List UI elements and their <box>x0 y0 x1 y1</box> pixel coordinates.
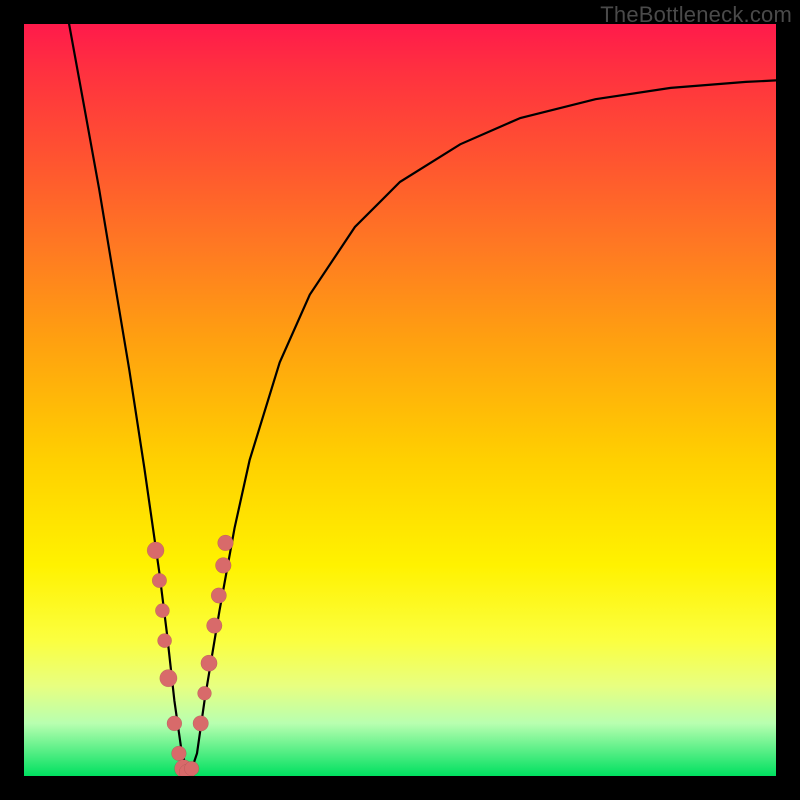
data-point <box>215 558 231 574</box>
plot-area <box>24 24 776 776</box>
data-point <box>201 655 217 671</box>
bottleneck-curve <box>69 24 776 776</box>
data-point <box>158 634 172 648</box>
data-point <box>172 746 187 761</box>
data-point <box>198 686 212 700</box>
curve-layer <box>24 24 776 776</box>
data-point <box>207 618 223 634</box>
data-point <box>147 542 164 559</box>
data-point <box>167 716 182 731</box>
data-point <box>152 573 167 588</box>
data-point <box>155 604 169 618</box>
data-point <box>211 588 226 603</box>
data-point <box>193 716 209 732</box>
data-point <box>218 535 234 551</box>
data-point <box>184 761 199 776</box>
data-point <box>160 670 177 687</box>
outer-frame: TheBottleneck.com <box>0 0 800 800</box>
